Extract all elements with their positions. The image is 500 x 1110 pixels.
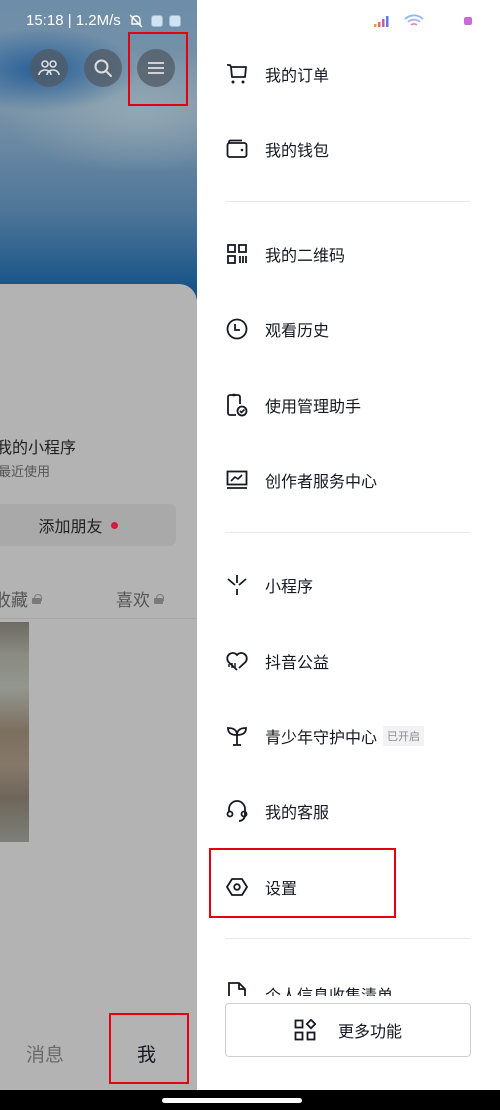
tab-likes-label: 喜欢 (116, 591, 150, 611)
menu-item-label: 小程序 (265, 577, 314, 596)
menu-item-label: 观看历史 (265, 321, 330, 340)
menu-highlight-box (128, 32, 188, 106)
charity-heart-icon (225, 649, 249, 673)
menu-item-wallet[interactable]: 我的钱包 (225, 129, 329, 169)
headset-icon (225, 799, 249, 823)
menu-item-label: 抖音公益 (265, 653, 330, 672)
menu-item-watch-history[interactable]: 观看历史 (225, 309, 329, 349)
status-bar-right (374, 14, 472, 28)
menu-item-qr-code[interactable]: 我的二维码 (225, 234, 345, 274)
menu-item-label: 个人信息收集清单 (265, 986, 394, 996)
menu-item-label: 使用管理助手 (265, 397, 362, 416)
menu-item-usage-assistant[interactable]: 使用管理助手 (225, 385, 361, 425)
cart-icon (225, 62, 249, 86)
tab-likes[interactable]: 喜欢 (116, 586, 164, 611)
mini-programs-title: 我的小程序 (0, 438, 77, 457)
me-highlight-box (109, 1013, 189, 1084)
status-badge: 已开启 (383, 726, 425, 746)
sprout-icon (225, 724, 249, 748)
notification-dot (110, 521, 118, 529)
status-time-speed: 15:18 | 1.2M/s (26, 12, 121, 29)
menu-item-charity[interactable]: 抖音公益 (225, 641, 329, 681)
menu-divider (225, 201, 470, 202)
profile-card (0, 284, 197, 1090)
notification-app-icon (150, 14, 163, 27)
side-drawer-menu: 我的订单 我的钱包 我的二维码 观看历史 使用管理助手 创作者服务中心 小程序 … (197, 0, 500, 1090)
tab-divider (0, 618, 197, 619)
menu-item-label: 青少年守护中心 (265, 728, 378, 747)
search-button[interactable] (84, 49, 122, 87)
signal-bars-icon (374, 15, 392, 27)
video-thumbnail[interactable] (0, 622, 29, 842)
menu-item-customer-service[interactable]: 我的客服 (225, 791, 329, 831)
grid-apps-icon (294, 1019, 316, 1041)
menu-item-label: 我的二维码 (265, 246, 346, 265)
menu-item-label: 我的客服 (265, 803, 330, 822)
qr-code-icon (225, 242, 249, 266)
menu-item-label: 创作者服务中心 (265, 472, 378, 491)
battery-icon (464, 17, 472, 25)
mini-program-icon (225, 573, 249, 597)
phone-check-icon (225, 393, 249, 417)
settings-highlight-box (209, 848, 396, 918)
status-bar-left: 15:18 | 1.2M/s (26, 12, 181, 29)
bell-off-icon (127, 14, 145, 28)
search-icon (93, 58, 113, 78)
profile-page-background: 15:18 | 1.2M/s 我的小程序 最近使用 添加朋友 收藏 喜欢 消息 … (0, 0, 197, 1090)
more-features-label: 更多功能 (337, 1022, 402, 1041)
wallet-icon (225, 137, 249, 161)
document-icon (225, 980, 249, 996)
wifi-icon (404, 14, 424, 28)
mini-programs-subtitle: 最近使用 (0, 465, 51, 480)
menu-item-mini-programs[interactable]: 小程序 (225, 565, 313, 605)
menu-item-creator-center[interactable]: 创作者服务中心 (225, 460, 377, 500)
friends-button[interactable] (30, 49, 68, 87)
chart-monitor-icon (225, 468, 249, 492)
menu-divider (225, 532, 470, 533)
more-features-button[interactable]: 更多功能 (225, 1003, 471, 1057)
tab-favorites[interactable]: 收藏 (0, 586, 42, 611)
menu-item-youth-protection[interactable]: 青少年守护中心 已开启 (225, 716, 425, 756)
menu-divider (225, 938, 470, 939)
home-indicator[interactable] (162, 1098, 302, 1103)
menu-item-label: 我的订单 (265, 66, 330, 85)
notification-app-icon (168, 14, 181, 27)
lock-icon (154, 593, 164, 604)
friends-icon (38, 59, 60, 77)
add-friend-button[interactable]: 添加朋友 (0, 504, 176, 546)
bottom-nav-messages[interactable]: 消息 (26, 1040, 64, 1067)
clock-icon (225, 317, 249, 341)
menu-item-personal-info-list[interactable]: 个人信息收集清单 (225, 970, 393, 996)
add-friend-label: 添加朋友 (38, 517, 103, 536)
menu-item-orders[interactable]: 我的订单 (225, 54, 329, 94)
lock-icon (32, 593, 42, 604)
tab-favorites-label: 收藏 (0, 591, 28, 611)
menu-item-label: 我的钱包 (265, 141, 330, 160)
